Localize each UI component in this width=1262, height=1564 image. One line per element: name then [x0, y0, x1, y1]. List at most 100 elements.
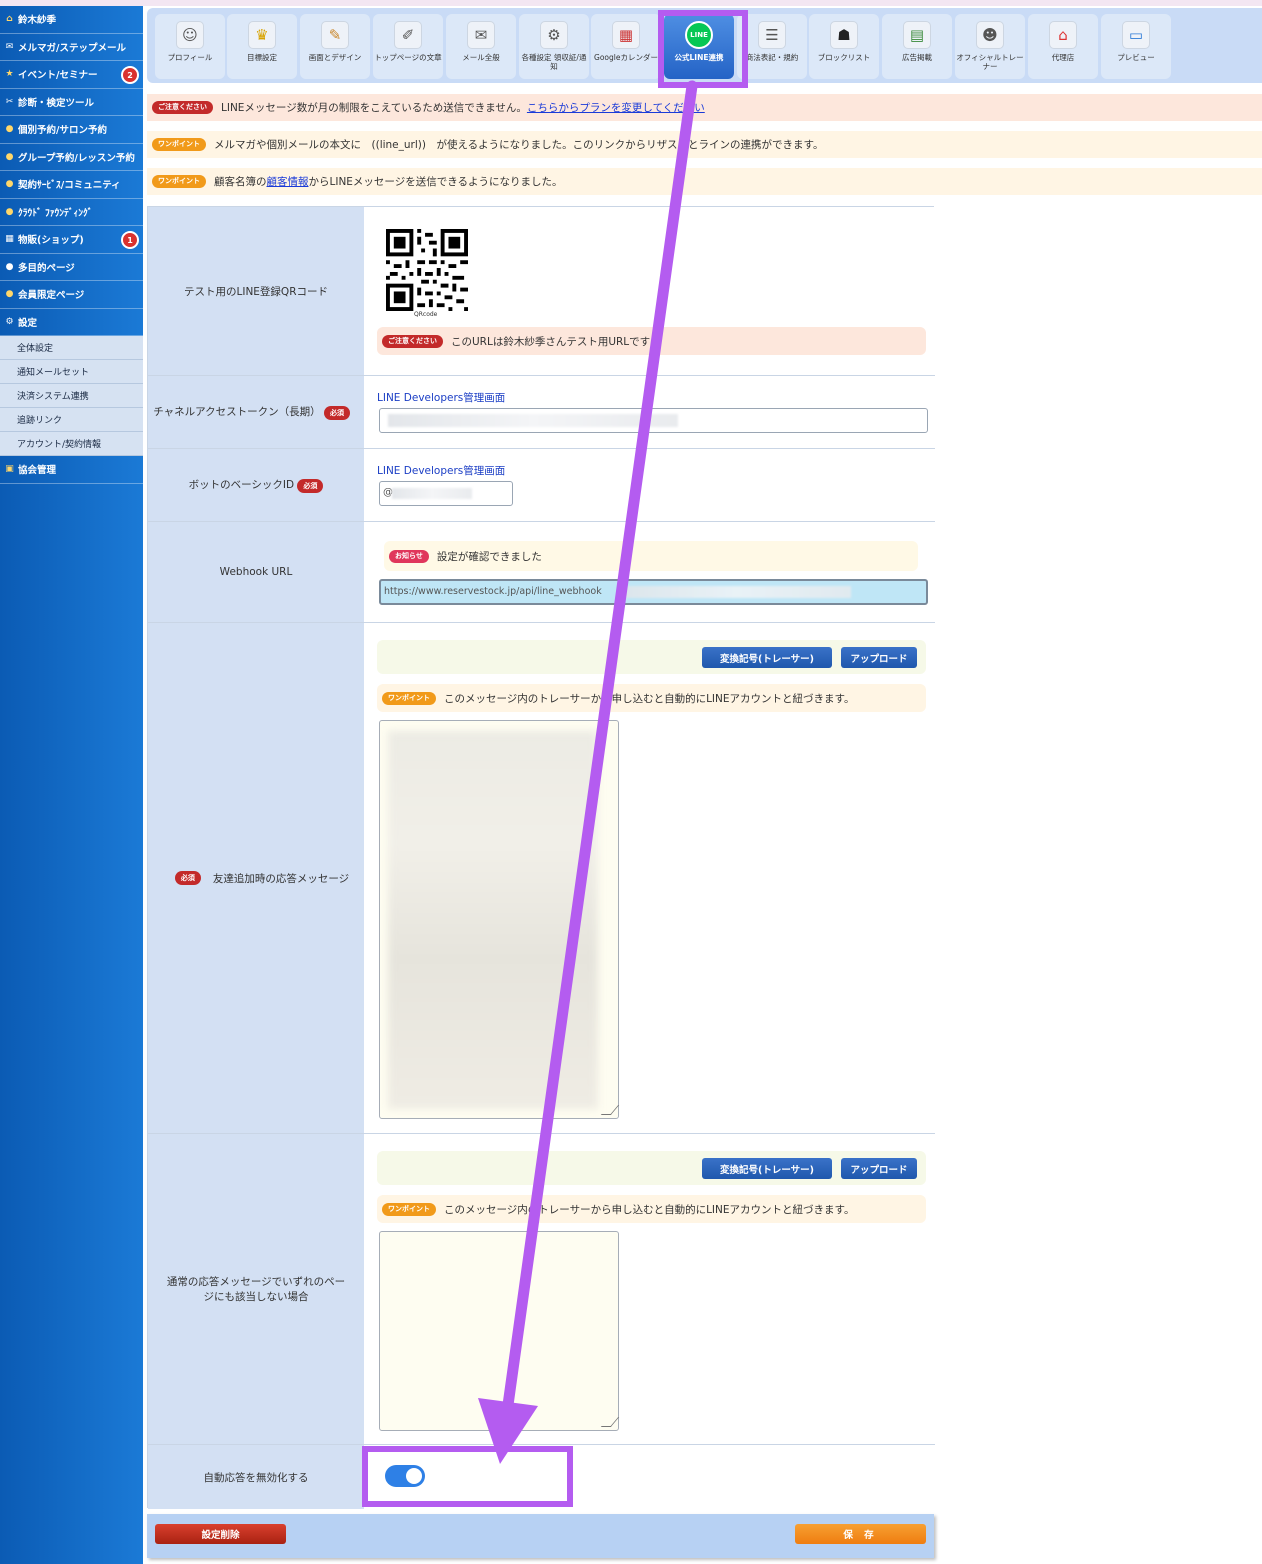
change-plan-link[interactable]: こちらからプランを変更してください: [527, 100, 705, 115]
sidebar-item-settings[interactable]: ⚙ 設定: [0, 309, 143, 336]
line-developers-link[interactable]: LINE Developers管理画面: [377, 463, 505, 478]
line-developers-link[interactable]: LINE Developers管理画面: [377, 390, 505, 405]
access-token-input[interactable]: [379, 408, 928, 433]
sidebar-item-mail[interactable]: ✉ メルマガ/ステップメール: [0, 34, 143, 61]
tools-icon: ✂: [5, 96, 14, 107]
notice-limit: ご注意ください LINEメッセージ数が月の制限をこえているため送信できません。 …: [147, 94, 1262, 121]
top-strip: [0, 0, 1262, 6]
tab-ads[interactable]: ▤ 広告掲載: [882, 14, 952, 79]
blocklist-icon: ☗: [830, 21, 858, 49]
delete-settings-button[interactable]: 設定削除: [155, 1524, 286, 1544]
resize-handle[interactable]: [600, 1105, 620, 1115]
row-default-message: 通常の応答メッセージでいずれのページにも該当しない場合 変換記号(トレーサー) …: [148, 1134, 935, 1445]
friend-msg-label: 必須 友達追加時の応答メッセージ: [148, 623, 364, 1133]
notice-pill: ワンポイント: [382, 1202, 436, 1216]
tab-settings[interactable]: ⚙ 各種設定 領収証/通知: [519, 14, 589, 79]
sidebar-subitem-general[interactable]: 全体設定: [0, 336, 143, 360]
tab-top-page[interactable]: ✐ トップページの文章: [373, 14, 443, 79]
friend-message-textarea[interactable]: [379, 720, 620, 1119]
sidebar-item-label: ｸﾗｳﾄﾞ ﾌｧｳﾝﾃﾞｨﾝｸﾞ: [18, 207, 93, 219]
agency-icon: ⌂: [1049, 21, 1077, 49]
row-auto-reply: 自動応答を無効化する: [148, 1445, 935, 1509]
palette-icon: ✎: [321, 21, 349, 49]
form-footer: 設定削除 保 存: [147, 1514, 934, 1558]
sidebar-item-multipage[interactable]: ● 多目的ページ: [0, 254, 143, 281]
qr-caption: QRcode: [414, 311, 438, 318]
friend-msg-hint: ワンポイント このメッセージ内のトレーサーから申し込むと自動的にLINEアカウン…: [377, 684, 926, 712]
settings-tab-bar: ☺ プロフィール ♛ 目標設定 ✎ 画面とデザイン ✐ トップページの文章 ✉ メール全般…: [147, 8, 1262, 83]
sidebar-item-event[interactable]: ★ イベント/セミナー 2: [0, 61, 143, 89]
crowdfunding-icon: ●: [5, 206, 14, 217]
community-icon: ●: [5, 179, 14, 190]
tab-mail[interactable]: ✉ メール全般: [446, 14, 516, 79]
notice-text: メルマガや個別メールの本文に ((line_url)) が使えるようになりました…: [214, 139, 824, 151]
notice-pill: ご注意ください: [152, 101, 213, 114]
customer-info-link[interactable]: 顧客情報: [267, 174, 309, 189]
sidebar-subitem-tracking[interactable]: 追跡リンク: [0, 408, 143, 432]
webhook-status-text: 設定が確認できました: [436, 550, 542, 563]
sidebar-item-community[interactable]: ● 契約ｻｰﾋﾞｽ/コミュニティ: [0, 171, 143, 199]
token-label: チャネルアクセストークン（長期） 必須: [148, 376, 364, 448]
save-button[interactable]: 保 存: [795, 1524, 926, 1544]
upload-button[interactable]: アップロード: [841, 647, 917, 668]
tab-design[interactable]: ✎ 画面とデザイン: [300, 14, 370, 79]
redacted-value: [388, 731, 598, 1109]
row-token: チャネルアクセストークン（長期） 必須 LINE Developers管理画面: [148, 376, 935, 449]
toggle-knob: [406, 1468, 422, 1484]
resize-handle[interactable]: [600, 1417, 620, 1427]
sidebar-item-diagnosis[interactable]: ✂ 診断・検定ツール: [0, 89, 143, 116]
sidebar-item-label: 鈴木紗季: [18, 15, 57, 27]
person-icon: ●: [5, 124, 14, 135]
default-message-textarea[interactable]: [379, 1231, 620, 1431]
sidebar-item-account[interactable]: ⌂ 鈴木紗季: [0, 6, 143, 34]
legal-icon: ☰: [758, 21, 786, 49]
tab-line[interactable]: LINE 公式LINE連携: [664, 14, 734, 79]
tab-profile[interactable]: ☺ プロフィール: [155, 14, 225, 79]
sidebar-subitem-account[interactable]: アカウント/契約情報: [0, 432, 143, 456]
qr-code-image: [386, 229, 468, 311]
tab-trainer[interactable]: ☻ オフィシャルトレーナー: [955, 14, 1025, 79]
profile-icon: ☺: [176, 21, 204, 49]
bot-id-input[interactable]: @: [379, 481, 513, 506]
notice-text: 顧客名簿の: [214, 176, 267, 188]
auto-reply-toggle[interactable]: [385, 1465, 425, 1487]
sidebar-item-label: 多目的ページ: [18, 262, 75, 274]
tracer-button[interactable]: 変換記号(トレーサー): [702, 1158, 832, 1179]
sidebar-item-association[interactable]: ▣ 協会管理: [0, 456, 143, 484]
required-badge: 必須: [297, 479, 324, 493]
star-icon: ★: [5, 69, 14, 80]
redacted-value: [392, 488, 472, 499]
default-msg-label: 通常の応答メッセージでいずれのページにも該当しない場合: [148, 1134, 364, 1444]
notice-text: からLINEメッセージを送信できるようになりました。: [308, 176, 563, 188]
redacted-value: [621, 586, 851, 598]
sidebar-item-group[interactable]: ● グループ予約/レッスン予約: [0, 144, 143, 171]
sidebar-item-members[interactable]: ● 会員限定ページ: [0, 281, 143, 309]
sidebar-item-crowdfunding[interactable]: ● ｸﾗｳﾄﾞ ﾌｧｳﾝﾃﾞｨﾝｸﾞ: [0, 199, 143, 226]
sidebar-item-label: 診断・検定ツール: [18, 97, 95, 109]
tab-goal[interactable]: ♛ 目標設定: [227, 14, 297, 79]
sidebar: ⌂ 鈴木紗季 ✉ メルマガ/ステップメール ★ イベント/セミナー 2 ✂ 診断・検定ツー…: [0, 6, 143, 1564]
sidebar-subitem-notification[interactable]: 通知メールセット: [0, 360, 143, 384]
sidebar-item-label: 個別予約/サロン予約: [18, 125, 107, 137]
sidebar-item-shop[interactable]: ▦ 物販(ショップ) 1: [0, 226, 143, 254]
notice-pill: お知らせ: [389, 549, 429, 563]
sidebar-subitem-payment[interactable]: 決済システム連携: [0, 384, 143, 408]
tab-blocklist[interactable]: ☗ ブロックリスト: [809, 14, 879, 79]
notice-pill: ワンポイント: [152, 138, 206, 151]
bot-id-label: ボットのベーシックID 必須: [148, 449, 364, 521]
mail-icon: ✉: [5, 41, 14, 52]
trainer-icon: ☻: [976, 21, 1004, 49]
tracer-button[interactable]: 変換記号(トレーサー): [702, 647, 832, 668]
sidebar-item-reservation[interactable]: ● 個別予約/サロン予約: [0, 116, 143, 144]
gear-icon: ⚙: [5, 316, 14, 327]
webhook-status: お知らせ 設定が確認できました: [384, 541, 918, 571]
hint-text: このメッセージ内のトレーサーから申し込むと自動的にLINEアカウントと紐づきます…: [444, 1203, 855, 1216]
hint-text: このメッセージ内のトレーサーから申し込むと自動的にLINEアカウントと紐づきます…: [444, 692, 855, 705]
upload-button[interactable]: アップロード: [841, 1158, 917, 1179]
auto-reply-label: 自動応答を無効化する: [148, 1445, 364, 1509]
tab-preview[interactable]: ▭ プレビュー: [1101, 14, 1171, 79]
tab-legal[interactable]: ☰ 商法表記・規約: [737, 14, 807, 79]
tab-google-calendar[interactable]: ▦ Googleカレンダー: [591, 14, 661, 79]
tab-agency[interactable]: ⌂ 代理店: [1028, 14, 1098, 79]
webhook-url-input[interactable]: https://www.reservestock.jp/api/line_web…: [379, 579, 928, 605]
